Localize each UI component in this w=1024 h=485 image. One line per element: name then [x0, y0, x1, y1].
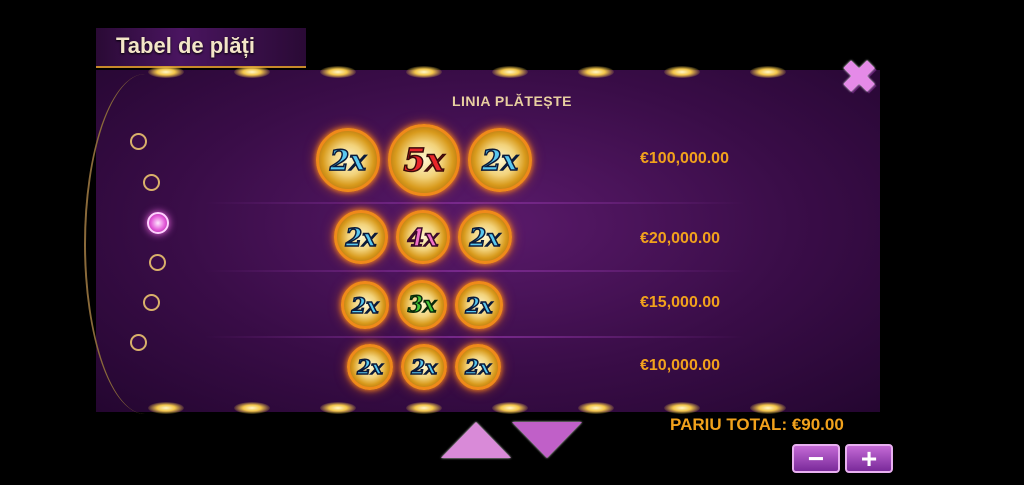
page-dot-1[interactable] — [130, 133, 147, 150]
row-divider — [205, 270, 745, 272]
page-indicator-track — [84, 74, 206, 414]
multiplier-symbol: 2x — [347, 344, 393, 390]
increase-bet-button[interactable]: + — [845, 444, 893, 473]
multiplier-symbol: 2x — [455, 344, 501, 390]
multiplier-symbol: 2x — [401, 344, 447, 390]
page-dot-4[interactable] — [149, 254, 166, 271]
scroll-up-button[interactable] — [441, 422, 511, 458]
page-dot-6[interactable] — [130, 334, 147, 351]
decrease-bet-button[interactable]: − — [792, 444, 840, 473]
page-dot-5[interactable] — [143, 294, 160, 311]
multiplier-symbol: 4x — [396, 210, 450, 264]
payout-amount: €15,000.00 — [640, 294, 721, 311]
payout-amount: €20,000.00 — [640, 230, 721, 247]
multiplier-symbol: 3x — [397, 280, 447, 330]
symbol-combo-row-2: 2x 4x 2x — [330, 210, 516, 264]
symbol-combo-row-1: 2x 5x 2x — [312, 124, 536, 196]
payout-amount: €100,000.00 — [640, 150, 729, 167]
multiplier-symbol: 2x — [455, 281, 503, 329]
symbol-combo-row-4: 2x 2x 2x — [343, 344, 505, 390]
close-icon[interactable]: ✖ — [838, 56, 880, 100]
page-title: Tabel de plăți — [116, 33, 255, 58]
multiplier-symbol: 2x — [341, 281, 389, 329]
plus-icon: + — [860, 442, 878, 474]
multiplier-symbol: 2x — [316, 128, 380, 192]
row-divider — [205, 336, 745, 338]
minus-icon: − — [807, 442, 825, 474]
row-divider — [205, 202, 745, 204]
title-tab: Tabel de plăți — [96, 28, 306, 68]
bulb-row-top — [96, 66, 880, 80]
multiplier-symbol: 5x — [388, 124, 460, 196]
payout-amount: €10,000.00 — [640, 357, 721, 374]
multiplier-symbol: 2x — [468, 128, 532, 192]
line-pays-header: LINIA PLĂTEȘTE — [451, 93, 573, 109]
page-dot-2[interactable] — [143, 174, 160, 191]
scroll-down-button[interactable] — [512, 422, 582, 458]
bulb-row-bottom — [96, 402, 880, 416]
page-dot-3-active[interactable] — [147, 212, 169, 234]
multiplier-symbol: 2x — [334, 210, 388, 264]
total-bet-label: PARIU TOTAL: €90.00 — [670, 415, 844, 434]
symbol-combo-row-3: 2x 3x 2x — [337, 280, 507, 330]
multiplier-symbol: 2x — [458, 210, 512, 264]
